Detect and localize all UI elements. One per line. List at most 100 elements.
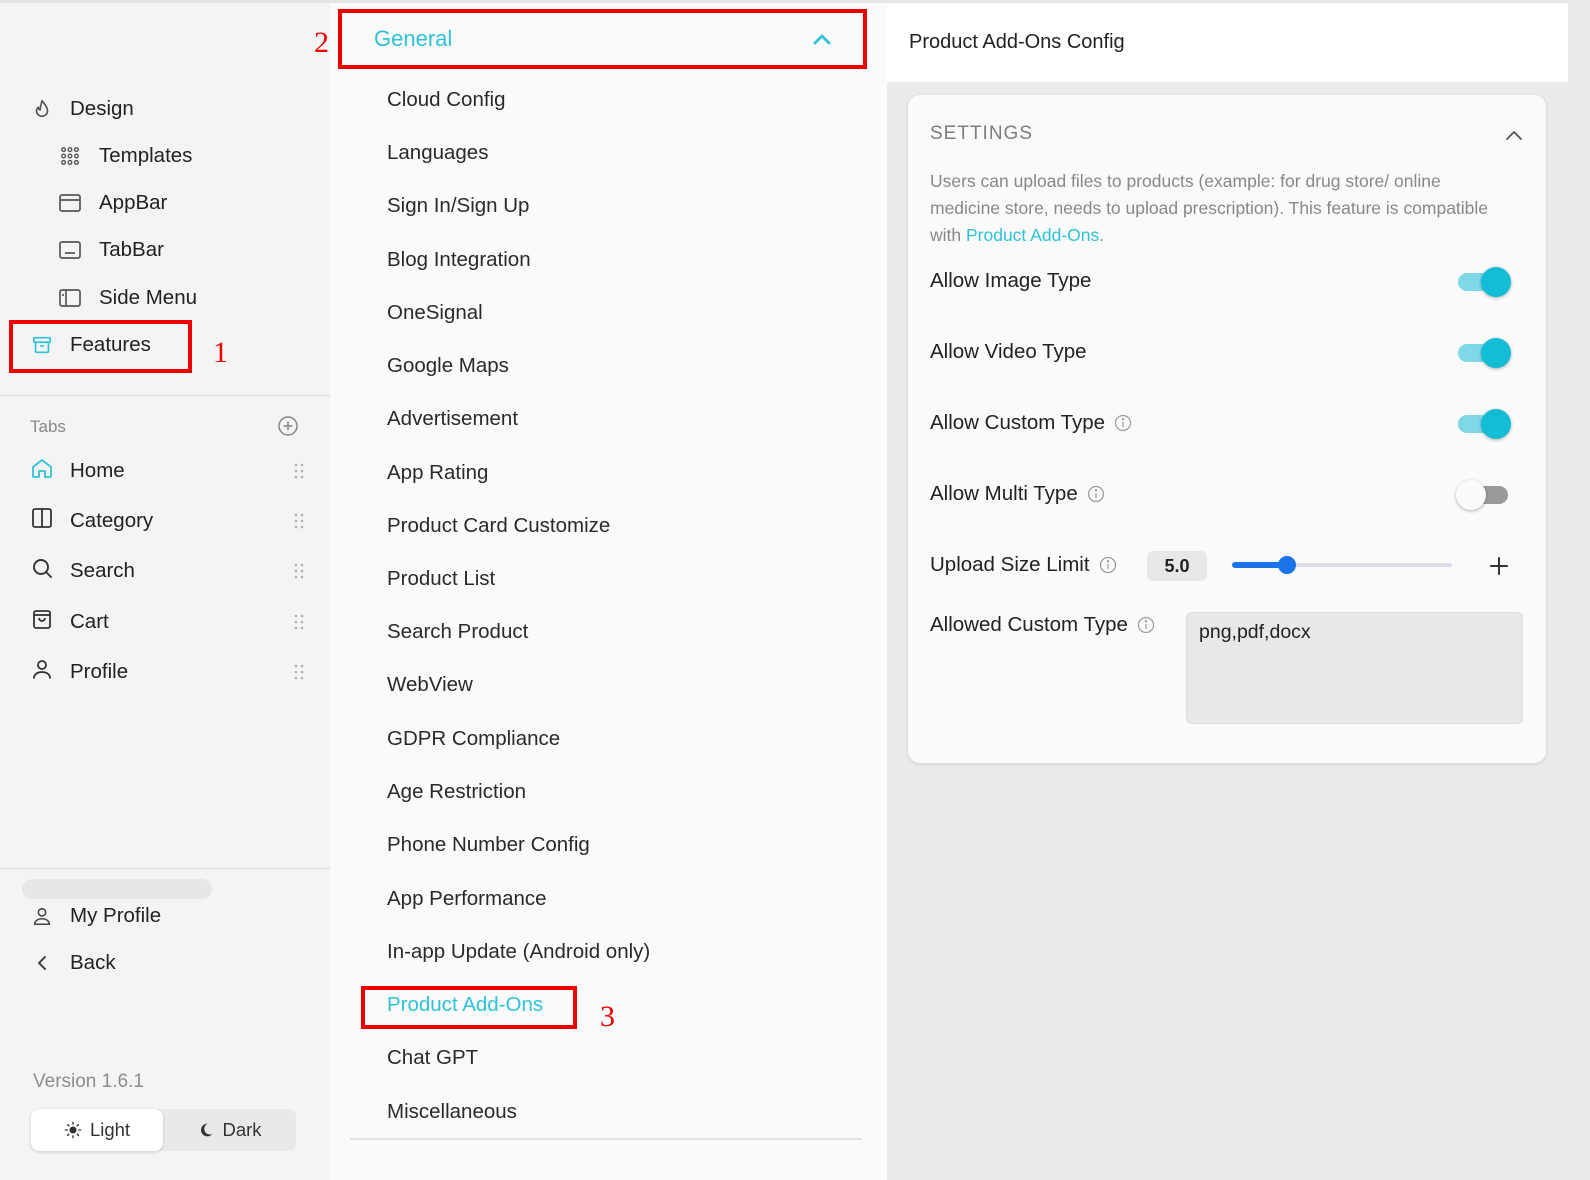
sidebar-item-label: Design <box>70 97 134 120</box>
menu-item-sign-in-sign-up[interactable]: Sign In/Sign Up <box>387 191 529 221</box>
toggle-knob <box>1481 267 1511 297</box>
add-tab-button[interactable] <box>277 415 299 437</box>
tabs-section-title: Tabs <box>30 417 66 436</box>
allow-multi-type-label: Allow Multi Type <box>930 482 1078 505</box>
sidebar-item-label: AppBar <box>99 191 168 214</box>
upload-size-limit-label: Upload Size Limit <box>930 553 1090 576</box>
sidebar-item-label: TabBar <box>99 238 164 261</box>
paint-drop-icon <box>30 97 54 121</box>
menu-item-miscellaneous[interactable]: Miscellaneous <box>387 1097 517 1127</box>
chevron-left-icon <box>30 951 54 975</box>
blurred-account-name <box>22 879 212 899</box>
menu-item-age-restriction[interactable]: Age Restriction <box>387 777 526 807</box>
sidebar-item-label: Features <box>70 333 151 356</box>
tab-item-label: Search <box>70 559 135 582</box>
tab-item-label: Category <box>70 509 154 532</box>
drag-handle-icon[interactable] <box>293 462 305 480</box>
general-section-title: General <box>374 26 453 51</box>
allowed-custom-type-row: Allowed Custom Type <box>930 609 1170 641</box>
menu-item-product-card-customize[interactable]: Product Card Customize <box>387 511 610 541</box>
tab-item-home[interactable]: Home <box>30 456 305 486</box>
category-icon <box>30 506 54 536</box>
info-icon[interactable] <box>1099 556 1117 574</box>
sidebar-item-templates[interactable]: Templates <box>58 141 192 171</box>
drag-handle-icon[interactable] <box>293 663 305 681</box>
menu-item-cloud-config[interactable]: Cloud Config <box>387 85 506 115</box>
sidebar: Design Templates AppBar TabBar Side Menu… <box>0 0 330 1180</box>
info-icon[interactable] <box>1087 485 1105 503</box>
config-panel: Product Add-Ons Config SETTINGS Users ca… <box>887 0 1590 1180</box>
sidebar-item-my-profile[interactable]: My Profile <box>30 901 161 931</box>
drag-handle-icon[interactable] <box>293 562 305 580</box>
info-icon[interactable] <box>1137 616 1155 634</box>
menu-item-blog-integration[interactable]: Blog Integration <box>387 245 531 275</box>
tab-item-cart[interactable]: Cart <box>30 607 305 637</box>
sidebar-item-label: Templates <box>99 144 193 167</box>
menu-item-languages[interactable]: Languages <box>387 138 488 168</box>
allow-custom-type-toggle[interactable] <box>1456 407 1512 439</box>
drag-handle-icon[interactable] <box>293 512 305 530</box>
menu-item-webview[interactable]: WebView <box>387 670 473 700</box>
sidebar-divider <box>0 395 330 396</box>
menu-item-product-add-ons[interactable]: Product Add-Ons <box>387 990 543 1020</box>
product-add-ons-link[interactable]: Product Add-Ons <box>966 225 1099 245</box>
menu-bottom-divider <box>350 1138 862 1140</box>
sidebar-item-side-menu[interactable]: Side Menu <box>58 283 197 313</box>
slider-thumb[interactable] <box>1278 556 1296 574</box>
menu-item-product-list[interactable]: Product List <box>387 564 495 594</box>
menu-item-phone-number-config[interactable]: Phone Number Config <box>387 830 590 860</box>
allowed-custom-type-label: Allowed Custom Type <box>930 613 1128 636</box>
tab-item-category[interactable]: Category <box>30 506 305 536</box>
sidebar-item-label: Back <box>70 951 116 974</box>
allow-image-type-row: Allow Image Type <box>930 265 1510 297</box>
sidebar-item-design[interactable]: Design <box>30 94 134 124</box>
theme-switch: Light Dark <box>31 1109 296 1151</box>
sidebar-item-tabbar[interactable]: TabBar <box>58 235 164 265</box>
settings-title: SETTINGS <box>930 123 1034 144</box>
menu-item-onesignal[interactable]: OneSignal <box>387 298 483 328</box>
sidebar-item-features[interactable]: Features <box>30 330 151 360</box>
archive-box-icon <box>30 333 54 357</box>
user-icon <box>30 904 54 928</box>
menu-item-in-app-update[interactable]: In-app Update (Android only) <box>387 937 650 967</box>
annotation-number-2: 2 <box>314 26 329 59</box>
general-section-header[interactable]: General <box>348 14 862 64</box>
appbar-icon <box>58 191 82 215</box>
menu-item-chat-gpt[interactable]: Chat GPT <box>387 1043 478 1073</box>
chevron-up-icon[interactable] <box>1504 125 1524 145</box>
upload-size-value[interactable]: 5.0 <box>1147 551 1207 581</box>
info-icon[interactable] <box>1114 414 1132 432</box>
menu-item-app-rating[interactable]: App Rating <box>387 458 488 488</box>
increase-size-button[interactable] <box>1484 551 1514 581</box>
sidebar-item-appbar[interactable]: AppBar <box>58 188 167 218</box>
drag-handle-icon[interactable] <box>293 613 305 631</box>
tab-item-search[interactable]: Search <box>30 556 305 586</box>
settings-card: SETTINGS Users can upload files to produ… <box>908 95 1546 763</box>
allow-video-type-toggle[interactable] <box>1456 336 1512 368</box>
sidebar-item-back[interactable]: Back <box>30 948 116 978</box>
sidebar-divider <box>0 868 330 869</box>
grid-dots-icon <box>58 144 82 168</box>
allow-multi-type-toggle[interactable] <box>1456 478 1512 510</box>
menu-item-search-product[interactable]: Search Product <box>387 617 528 647</box>
allow-video-type-row: Allow Video Type <box>930 336 1510 368</box>
allow-video-type-label: Allow Video Type <box>930 340 1087 363</box>
allow-image-type-toggle[interactable] <box>1456 265 1512 297</box>
tab-item-profile[interactable]: Profile <box>30 657 305 687</box>
theme-dark-button[interactable]: Dark <box>164 1109 296 1151</box>
allowed-custom-type-input[interactable] <box>1186 612 1523 724</box>
search-icon <box>30 556 54 586</box>
theme-light-button[interactable]: Light <box>31 1109 163 1151</box>
menu-item-advertisement[interactable]: Advertisement <box>387 404 518 434</box>
sun-icon <box>64 1121 82 1139</box>
toggle-knob <box>1481 409 1511 439</box>
sidebar-item-label: Side Menu <box>99 286 198 309</box>
menu-item-gdpr-compliance[interactable]: GDPR Compliance <box>387 724 560 754</box>
menu-item-app-performance[interactable]: App Performance <box>387 884 547 914</box>
allow-custom-type-label: Allow Custom Type <box>930 411 1106 434</box>
allow-image-type-label: Allow Image Type <box>930 269 1092 292</box>
menu-item-google-maps[interactable]: Google Maps <box>387 351 509 381</box>
theme-dark-label: Dark <box>222 1119 262 1140</box>
config-panel-title: Product Add-Ons Config <box>909 31 1125 53</box>
upload-size-slider[interactable] <box>1232 555 1452 575</box>
